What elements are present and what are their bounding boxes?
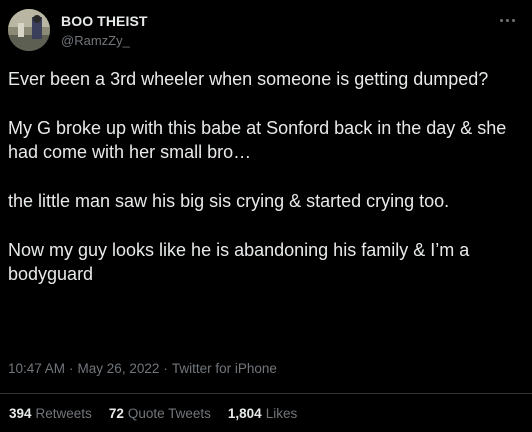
divider: [0, 393, 532, 394]
tweet-card: BOO THEIST @RamzZy_ Ever been a 3rd whee…: [0, 0, 532, 432]
quote-tweets-stat[interactable]: 72 Quote Tweets: [109, 405, 211, 423]
author-handle[interactable]: @RamzZy_: [61, 32, 148, 50]
more-horizontal-icon-dot: [511, 18, 515, 22]
retweets-label: Retweets: [35, 406, 92, 421]
tweet-paragraph: My G broke up with this babe at Sonford …: [8, 118, 512, 162]
tweet-text: Ever been a 3rd wheeler when someone is …: [8, 67, 524, 311]
more-horizontal-icon-dot: [505, 18, 509, 22]
retweets-stat[interactable]: 394 Retweets: [9, 405, 92, 423]
likes-count: 1,804: [227, 406, 262, 421]
meta-separator: ·: [163, 361, 168, 376]
likes-stat[interactable]: 1,804 Likes: [228, 405, 297, 423]
tweet-date[interactable]: May 26, 2022: [78, 361, 160, 376]
meta-separator: ·: [69, 361, 74, 376]
quote-tweets-label: Quote Tweets: [127, 406, 211, 421]
avatar[interactable]: [8, 9, 50, 51]
tweet-metadata: 10:47 AM · May 26, 2022 · Twitter for iPhone: [8, 360, 277, 378]
more-options-button[interactable]: [496, 12, 518, 28]
tweet-paragraph: the little man saw his big sis crying & …: [8, 191, 450, 211]
engagement-stats: 394 Retweets 72 Quote Tweets 1,804 Likes: [9, 405, 297, 423]
author-display-name[interactable]: BOO THEIST: [61, 12, 148, 30]
tweet-paragraph: Ever been a 3rd wheeler when someone is …: [8, 69, 489, 89]
tweet-source-link[interactable]: Twitter for iPhone: [172, 361, 277, 376]
likes-label: Likes: [265, 406, 298, 421]
author-block: BOO THEIST @RamzZy_: [61, 12, 148, 50]
avatar-photo-icon: [8, 9, 50, 51]
more-horizontal-icon: [499, 18, 503, 22]
tweet-time[interactable]: 10:47 AM: [8, 361, 65, 376]
retweets-count: 394: [9, 406, 32, 421]
tweet-paragraph: Now my guy looks like he is abandoning h…: [8, 240, 475, 284]
quote-tweets-count: 72: [108, 406, 124, 421]
